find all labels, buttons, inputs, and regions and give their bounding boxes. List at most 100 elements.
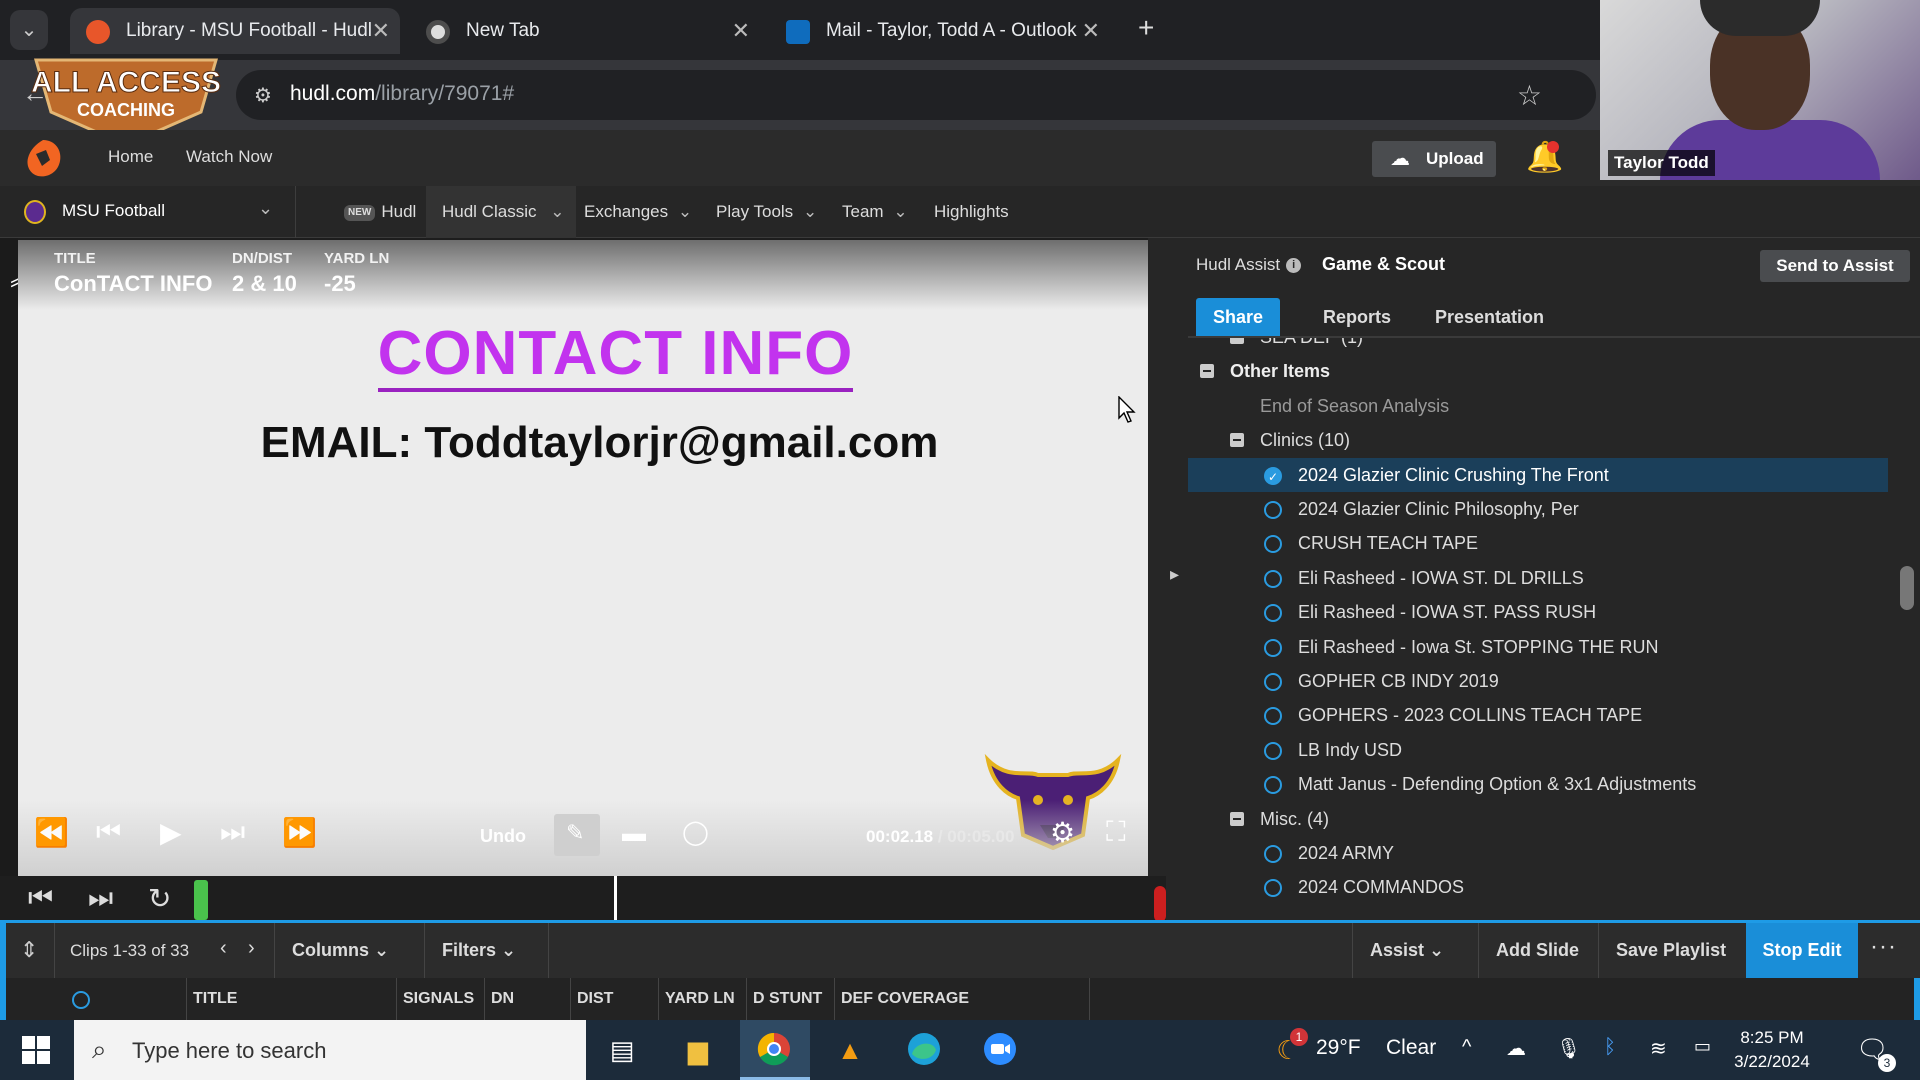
edge-icon[interactable] xyxy=(906,1032,942,1068)
zoom-icon[interactable] xyxy=(982,1032,1018,1068)
tab-new-tab[interactable]: New Tab ✕ xyxy=(410,8,760,54)
save-playlist-button[interactable]: Save Playlist xyxy=(1616,940,1726,961)
tab-hudl-library[interactable]: Library - MSU Football - Hudl ✕ xyxy=(70,8,400,54)
bookmark-star-icon[interactable]: ☆ xyxy=(1517,79,1542,112)
team-selector[interactable]: MSU Football ⌄ xyxy=(0,186,296,238)
tree-item[interactable]: 2024 Glazier Clinic Philosophy, Per xyxy=(1188,492,1888,526)
col-yard-ln[interactable]: YARD LN xyxy=(658,978,746,1020)
nav-watch-now[interactable]: Watch Now xyxy=(186,147,272,167)
item-radio[interactable] xyxy=(1264,569,1282,588)
team-nav-hudl-classic[interactable]: Hudl Classic ⌄ xyxy=(426,186,577,238)
item-radio[interactable] xyxy=(1264,845,1282,863)
gear-icon[interactable]: ⚙ xyxy=(1050,816,1075,849)
item-radio[interactable] xyxy=(1264,604,1282,623)
undo-button[interactable]: Undo xyxy=(480,826,526,847)
task-view-icon[interactable]: ▤ xyxy=(604,1032,640,1068)
more-options-icon[interactable]: ··· xyxy=(1870,933,1897,961)
timeline-playhead[interactable] xyxy=(614,876,617,920)
panel-scrollbar[interactable] xyxy=(1900,566,1914,610)
tree-item[interactable]: Matt Janus - Defending Option & 3x1 Adju… xyxy=(1188,767,1888,801)
close-icon[interactable]: ✕ xyxy=(732,8,750,54)
tree-item[interactable]: 2024 COMMANDOS xyxy=(1188,870,1888,904)
col-dist[interactable]: DIST xyxy=(570,978,658,1020)
next-clip-icon[interactable]: ⏭ xyxy=(88,882,113,915)
tree-item[interactable]: 2024 ARMY xyxy=(1188,836,1888,870)
step-back-icon[interactable]: ⏮ xyxy=(96,816,121,849)
item-radio[interactable] xyxy=(1264,707,1282,726)
col-def-coverage[interactable]: DEF COVERAGE xyxy=(834,978,1090,1020)
file-explorer-icon[interactable]: ▆ xyxy=(680,1032,716,1068)
sort-icon[interactable]: ⇕ xyxy=(20,937,38,963)
timeline-start-handle[interactable] xyxy=(194,880,208,920)
collapse-minus-icon[interactable] xyxy=(1230,338,1244,344)
windows-start-icon[interactable] xyxy=(22,1036,50,1064)
onedrive-icon[interactable]: ☁ xyxy=(1506,1036,1526,1061)
tree-item-muted[interactable]: End of Season Analysis xyxy=(1188,389,1888,423)
item-radio[interactable] xyxy=(1264,638,1282,657)
battery-icon[interactable]: ▭ xyxy=(1694,1036,1711,1057)
next-page-icon[interactable]: › xyxy=(248,937,255,960)
system-clock[interactable]: 8:25 PM 3/22/2024 xyxy=(1712,1026,1832,1074)
tree-item[interactable]: GOPHERS - 2023 COLLINS TEACH TAPE xyxy=(1188,698,1888,732)
collapse-minus-icon[interactable] xyxy=(1230,811,1244,826)
assist-dropdown[interactable]: Assist ⌄ xyxy=(1370,940,1444,961)
site-info-icon[interactable]: ⚙ xyxy=(254,83,272,108)
video-player[interactable]: TITLE ConTACT INFO DN/DIST 2 & 10 YARD L… xyxy=(18,240,1148,876)
tree-group[interactable]: SEA DEF (1) xyxy=(1188,338,1888,354)
expand-right-icon[interactable]: ▸ xyxy=(1170,564,1179,585)
item-radio[interactable] xyxy=(1264,501,1282,519)
timeline-bar[interactable]: ⏮ ⏭ ↻ xyxy=(0,876,1166,922)
select-all-radio[interactable] xyxy=(72,991,90,1009)
col-dn[interactable]: DN xyxy=(484,978,570,1020)
weather-temp[interactable]: 29°F xyxy=(1316,1036,1361,1060)
tab-presentation[interactable]: Presentation xyxy=(1418,298,1561,336)
item-radio[interactable] xyxy=(1264,673,1282,691)
team-nav-play-tools[interactable]: Play Tools ⌄ xyxy=(716,186,823,238)
tab-share[interactable]: Share xyxy=(1196,298,1281,336)
panel-divider[interactable]: ▸ xyxy=(1148,238,1188,920)
tab-search-button[interactable]: ⌄ xyxy=(10,10,48,50)
tab-outlook-mail[interactable]: Mail - Taylor, Todd A - Outlook ✕ xyxy=(770,8,1110,54)
tree-item[interactable]: Eli Rasheed - IOWA ST. PASS RUSH xyxy=(1188,595,1888,629)
nav-home[interactable]: Home xyxy=(108,147,153,167)
close-icon[interactable]: ✕ xyxy=(372,8,390,54)
close-icon[interactable]: ✕ xyxy=(1082,8,1100,54)
loop-icon[interactable]: ↻ xyxy=(148,882,171,915)
filters-button[interactable]: Filters ⌄ xyxy=(442,940,516,961)
first-clip-icon[interactable]: ⏮ xyxy=(28,882,53,915)
send-to-assist-button[interactable]: Send to Assist xyxy=(1760,250,1910,282)
tree-item[interactable]: Eli Rasheed - Iowa St. STOPPING THE RUN xyxy=(1188,630,1888,664)
collapse-minus-icon[interactable] xyxy=(1200,364,1214,379)
stop-edit-button[interactable]: Stop Edit xyxy=(1746,923,1858,978)
team-nav-hudl[interactable]: NEW Hudl xyxy=(332,186,428,238)
item-radio[interactable] xyxy=(1264,879,1282,898)
col-title[interactable]: TITLE xyxy=(186,978,396,1020)
item-radio[interactable] xyxy=(1264,535,1282,554)
fast-forward-icon[interactable]: ⏩ xyxy=(282,816,317,849)
bluetooth-icon[interactable]: ᛒ xyxy=(1604,1036,1616,1059)
prev-page-icon[interactable]: ‹ xyxy=(220,937,227,960)
tab-reports[interactable]: Reports xyxy=(1306,298,1408,336)
timeline-end-handle[interactable] xyxy=(1154,886,1166,922)
col-d-stunt[interactable]: D STUNT xyxy=(746,978,834,1020)
new-tab-plus-icon[interactable]: + xyxy=(1138,12,1154,44)
collapse-minus-icon[interactable] xyxy=(1230,433,1244,448)
chevron-up-icon[interactable]: ^ xyxy=(1462,1036,1471,1059)
step-forward-icon[interactable]: ⏭ xyxy=(220,816,245,849)
item-radio[interactable] xyxy=(1264,776,1282,795)
url-omnibox[interactable]: ⚙ hudl.com/library/79071# ☆ xyxy=(236,70,1596,120)
play-icon[interactable]: ▶ xyxy=(160,816,182,849)
tree-group[interactable]: Other Items xyxy=(1188,354,1888,388)
team-nav-exchanges[interactable]: Exchanges ⌄ xyxy=(584,186,698,238)
weather-cond[interactable]: Clear xyxy=(1386,1036,1436,1060)
info-icon[interactable]: i xyxy=(1286,258,1302,274)
hudl-logo-icon[interactable] xyxy=(20,136,66,182)
vlc-icon[interactable]: ▲ xyxy=(832,1032,868,1068)
circle-tool-icon[interactable]: ◯ xyxy=(682,818,709,847)
tree-item[interactable]: CRUSH TEACH TAPE xyxy=(1188,526,1888,560)
wifi-icon[interactable]: ≋ xyxy=(1650,1036,1667,1061)
comment-icon[interactable]: ▬ xyxy=(622,820,646,848)
columns-button[interactable]: Columns ⌄ xyxy=(292,940,389,961)
tree-subgroup[interactable]: Clinics (10) xyxy=(1188,423,1888,457)
draw-tool-button[interactable]: ✎ xyxy=(554,814,600,856)
